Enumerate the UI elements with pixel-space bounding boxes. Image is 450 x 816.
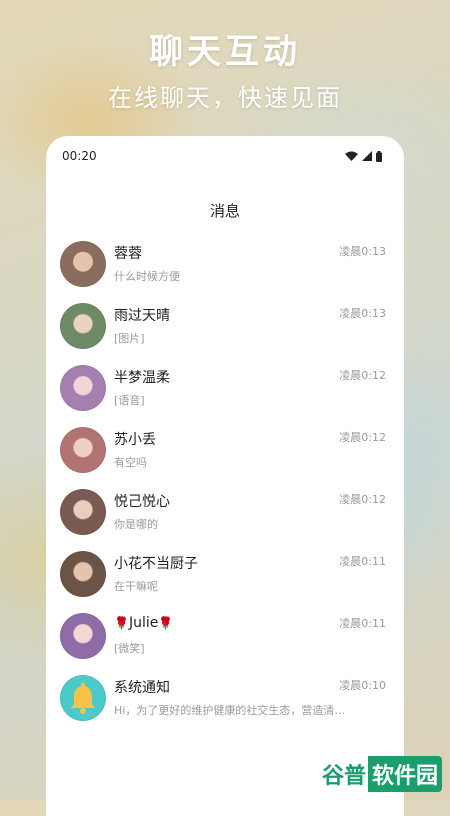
avatar <box>60 551 106 597</box>
chat-item[interactable]: 蓉蓉 什么时候方便 凌晨0:13 <box>46 233 404 295</box>
chat-time: 凌晨0:11 <box>339 617 386 630</box>
chat-time: 凌晨0:11 <box>339 555 386 568</box>
avatar <box>60 303 106 349</box>
bell-icon <box>71 682 95 714</box>
rose-icon: 🌹 <box>114 616 129 630</box>
chat-preview: 有空吗 <box>114 456 147 469</box>
chat-name: 苏小丢 <box>114 432 156 448</box>
rose-icon: 🌹 <box>158 616 174 630</box>
wifi-icon <box>345 151 358 161</box>
chat-time: 凌晨0:13 <box>339 307 386 320</box>
chat-name: 🌹Julie🌹 <box>114 615 173 631</box>
hero-title: 聊天互动 <box>149 32 301 72</box>
chat-time: 凌晨0:12 <box>339 431 386 444</box>
chat-preview: [图片] <box>114 332 145 345</box>
chat-time: 凌晨0:12 <box>339 369 386 382</box>
page-title: 消息 <box>209 202 240 220</box>
chat-time: 凌晨0:12 <box>339 493 386 506</box>
avatar <box>60 241 106 287</box>
chat-item[interactable]: 悦己悦心 你是哪的 凌晨0:12 <box>46 481 404 543</box>
chat-name: 蓉蓉 <box>114 246 142 262</box>
chat-preview: 在干嘛呢 <box>114 580 158 593</box>
cellular-signal-icon <box>362 151 372 161</box>
chat-name-text: Julie <box>128 615 159 631</box>
battery-icon <box>376 150 382 162</box>
phone-screen: 00:20 消息 蓉蓉 什么时候方便 凌晨0:13 雨过天晴 [图片] 凌晨0:… <box>46 136 404 816</box>
chat-item[interactable]: 小花不当厨子 在干嘛呢 凌晨0:11 <box>46 543 404 605</box>
avatar <box>60 427 106 473</box>
chat-item[interactable]: 苏小丢 有空吗 凌晨0:12 <box>46 419 404 481</box>
chat-item[interactable]: 系统通知 Hi，为了更好的维护健康的社交生态，营造清朗... 凌晨0:10 <box>46 667 404 729</box>
chat-list: 蓉蓉 什么时候方便 凌晨0:13 雨过天晴 [图片] 凌晨0:13 半梦温柔 [… <box>46 233 404 729</box>
avatar <box>60 365 106 411</box>
avatar <box>60 613 106 659</box>
chat-name: 雨过天晴 <box>114 308 170 324</box>
chat-preview: [语音] <box>114 394 145 407</box>
chat-preview: 什么时候方便 <box>114 270 180 283</box>
watermark-part1: 谷普 <box>317 756 368 792</box>
chat-preview: [微笑] <box>114 642 145 655</box>
chat-preview: 你是哪的 <box>114 518 158 531</box>
status-bar: 00:20 <box>46 136 404 176</box>
watermark-part2: 软件园 <box>367 756 442 792</box>
hero-subtitle: 在线聊天，快速见面 <box>108 84 342 112</box>
chat-name: 半梦温柔 <box>114 370 170 386</box>
chat-name: 系统通知 <box>114 680 170 696</box>
chat-name: 悦己悦心 <box>114 494 170 510</box>
chat-item[interactable]: 🌹Julie🌹 [微笑] 凌晨0:11 <box>46 605 404 667</box>
system-avatar <box>60 675 106 721</box>
status-time: 00:20 <box>62 149 97 163</box>
avatar <box>60 489 106 535</box>
chat-time: 凌晨0:10 <box>339 679 386 692</box>
chat-item[interactable]: 雨过天晴 [图片] 凌晨0:13 <box>46 295 404 357</box>
chat-item[interactable]: 半梦温柔 [语音] 凌晨0:12 <box>46 357 404 419</box>
chat-name: 小花不当厨子 <box>114 556 198 572</box>
status-icons <box>345 150 382 162</box>
chat-preview: Hi，为了更好的维护健康的社交生态，营造清朗... <box>114 704 350 717</box>
chat-time: 凌晨0:13 <box>339 245 386 258</box>
watermark-logo: 谷普 软件园 <box>317 756 442 792</box>
